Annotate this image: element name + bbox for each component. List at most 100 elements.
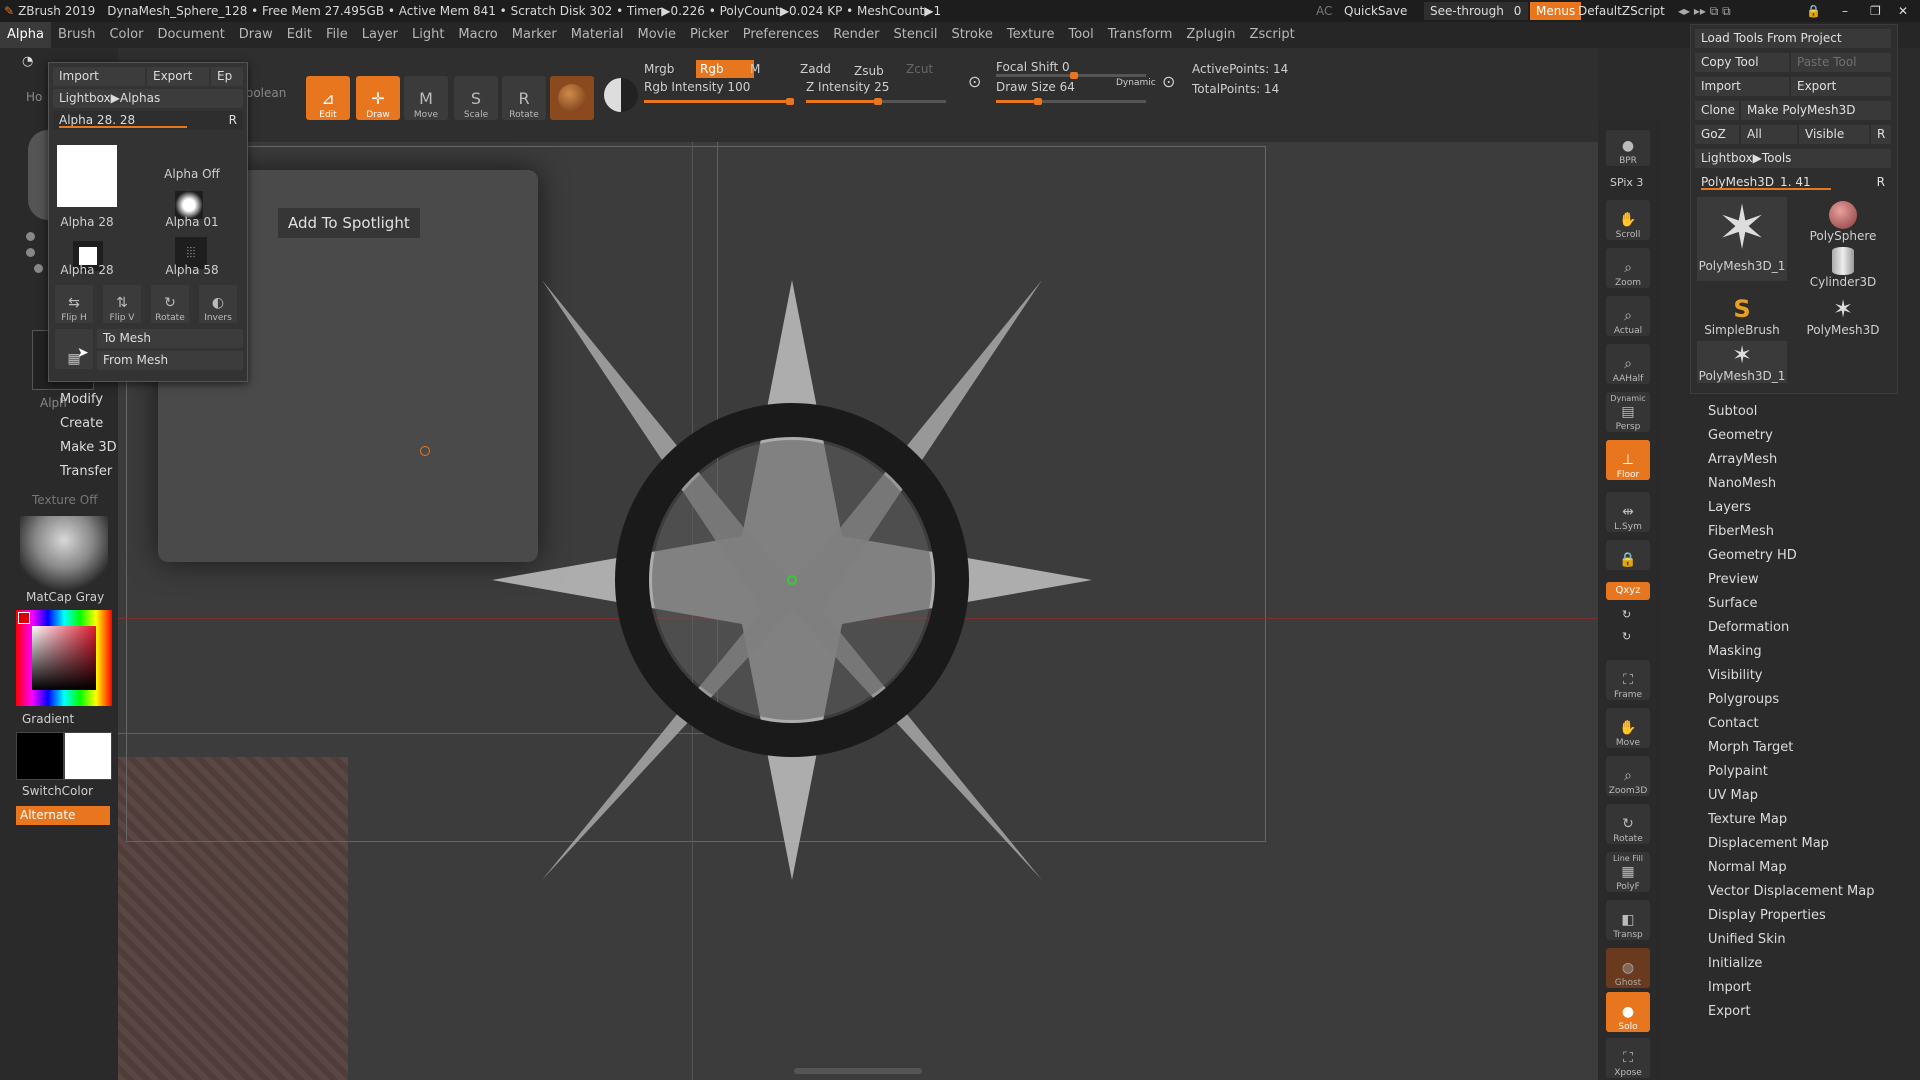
visible-button[interactable]: Visible [1799, 125, 1869, 144]
material-thumbnail[interactable] [20, 516, 108, 596]
subpalette-polypaint[interactable]: Polypaint [1708, 764, 1768, 779]
zsub-toggle[interactable]: Zsub [854, 64, 884, 78]
menu-texture[interactable]: Texture [1000, 22, 1062, 48]
from-mesh-button[interactable]: From Mesh [97, 351, 243, 370]
persp-button[interactable]: Dynamic ▤ Persp [1606, 392, 1650, 432]
menu-draw[interactable]: Draw [232, 22, 280, 48]
floor-button[interactable]: ⊥ Floor [1606, 440, 1650, 480]
create-item[interactable]: Create [60, 416, 103, 431]
menu-marker[interactable]: Marker [505, 22, 564, 48]
subpalette-texture-map[interactable]: Texture Map [1708, 812, 1787, 827]
actual-button[interactable]: ⌕ Actual [1606, 296, 1650, 336]
subpalette-nanomesh[interactable]: NanoMesh [1708, 476, 1776, 491]
default-zscript-button[interactable]: DefaultZScript [1572, 2, 1671, 20]
subpalette-morph-target[interactable]: Morph Target [1708, 740, 1793, 755]
gradient-label[interactable]: Gradient [22, 712, 74, 726]
lock-camera-button[interactable]: 🔒 [1606, 540, 1650, 570]
current-tool-slider[interactable]: PolyMesh3D_1. 41 R [1695, 173, 1891, 192]
menu-brush[interactable]: Brush [51, 22, 103, 48]
rgb-toggle[interactable]: Rgb [696, 60, 754, 78]
export-button[interactable]: Export [147, 67, 209, 86]
spotlight-pivot-icon[interactable] [420, 446, 430, 456]
subpalette-uv-map[interactable]: UV Map [1708, 788, 1758, 803]
subpalette-unified-skin[interactable]: Unified Skin [1708, 932, 1786, 947]
aahalf-button[interactable]: ⌕ AAHalf [1606, 344, 1650, 384]
focal-shift-slider[interactable] [996, 72, 1146, 79]
menu-alpha[interactable]: Alpha [0, 22, 51, 48]
subpalette-geometry-hd[interactable]: Geometry HD [1708, 548, 1797, 563]
load-tools-from-project-button[interactable]: Load Tools From Project [1695, 29, 1891, 48]
menu-edit[interactable]: Edit [280, 22, 319, 48]
paste-tool-button[interactable]: Paste Tool [1791, 53, 1891, 72]
menu-render[interactable]: Render [826, 22, 886, 48]
menu-light[interactable]: Light [405, 22, 451, 48]
brush-thumbnail[interactable] [28, 130, 48, 220]
alpha-slider[interactable]: Alpha 28. 28 R [53, 111, 243, 130]
subpalette-normal-map[interactable]: Normal Map [1708, 860, 1787, 875]
subpalette-fibermesh[interactable]: FiberMesh [1708, 524, 1774, 539]
menu-transform[interactable]: Transform [1101, 22, 1180, 48]
stroke-s-icon[interactable]: ⊙ [968, 72, 981, 91]
tool-thumbnail-polymesh3d-1[interactable]: ✶ PolyMesh3D_1 [1697, 197, 1787, 281]
subpalette-subtool[interactable]: Subtool [1708, 404, 1757, 419]
z-intensity-slider[interactable] [806, 98, 946, 105]
subpalette-import[interactable]: Import [1708, 980, 1751, 995]
xyz-rotate-button[interactable]: Qxyz [1606, 582, 1650, 600]
menu-zscript[interactable]: Zscript [1243, 22, 1302, 48]
subpalette-export[interactable]: Export [1708, 1004, 1751, 1019]
rgb-intensity-slider[interactable] [644, 98, 794, 105]
scale-button[interactable]: S Scale [454, 76, 498, 120]
tool-thumbnail-polysphere[interactable]: PolySphere [1795, 201, 1891, 243]
quicksave-button[interactable]: QuickSave [1338, 2, 1413, 20]
menu-file[interactable]: File [319, 22, 355, 48]
subpalette-masking[interactable]: Masking [1708, 644, 1762, 659]
make-polymesh3d-button[interactable]: Make PolyMesh3D [1741, 101, 1891, 120]
flip-v-button[interactable]: ⇅ Flip V [103, 285, 141, 323]
subpalette-displacement-map[interactable]: Displacement Map [1708, 836, 1829, 851]
import-tool-button[interactable]: Import [1695, 77, 1789, 96]
flip-h-button[interactable]: ⇆ Flip H [55, 285, 93, 323]
mrgb-toggle[interactable]: Mrgb [644, 62, 674, 76]
draw-size-slider[interactable] [996, 98, 1146, 105]
local-symmetry-button[interactable]: ⇹ L.Sym [1606, 492, 1650, 532]
zoom3d-button[interactable]: ⌕ Zoom3D [1606, 756, 1650, 796]
import-button[interactable]: Import [53, 67, 145, 86]
color-picker[interactable] [16, 610, 112, 706]
tool-thumbnail-simplebrush[interactable]: S SimpleBrush [1697, 295, 1787, 337]
subpalette-vector-displacement-map[interactable]: Vector Displacement Map [1708, 884, 1875, 899]
slider-knob[interactable] [874, 98, 882, 105]
subpalette-layers[interactable]: Layers [1708, 500, 1751, 515]
make-3d-item[interactable]: Make 3D [60, 440, 117, 455]
all-button[interactable]: All [1741, 125, 1797, 144]
r-button[interactable]: R [1871, 125, 1891, 144]
invers-button[interactable]: ◐ Invers [199, 285, 237, 323]
menu-document[interactable]: Document [150, 22, 231, 48]
move-view-button[interactable]: ✋ Move [1606, 708, 1650, 748]
menu-tool[interactable]: Tool [1061, 22, 1100, 48]
rotate-alpha-button[interactable]: ↻ Rotate [151, 285, 189, 323]
subpalette-geometry[interactable]: Geometry [1708, 428, 1773, 443]
layout-icons[interactable]: ◂▸ ▸▸ ⧉ ⧉ [1672, 2, 1737, 20]
spotlight-toggle-icon[interactable]: ◔ [22, 54, 33, 69]
move-button[interactable]: M Move [404, 76, 448, 120]
modify-item[interactable]: Modify [60, 392, 103, 407]
subpalette-initialize[interactable]: Initialize [1708, 956, 1762, 971]
alternate-button[interactable]: Alternate [16, 806, 110, 825]
clone-button[interactable]: Clone [1695, 101, 1739, 120]
slider-knob[interactable] [786, 98, 794, 105]
z-rotate-icon[interactable]: ↻ [1622, 630, 1631, 643]
slider-knob[interactable] [1070, 72, 1078, 79]
alpha-off-label[interactable]: Alpha Off [157, 167, 227, 181]
menu-zplugin[interactable]: Zplugin [1179, 22, 1242, 48]
subpalette-surface[interactable]: Surface [1708, 596, 1758, 611]
bpr-button[interactable]: ● BPR [1606, 130, 1650, 166]
r-button[interactable]: R [229, 111, 237, 130]
lightbox-alphas-button[interactable]: Lightbox▶Alphas [53, 89, 243, 108]
star-mesh[interactable] [492, 280, 1092, 920]
export-tool-button[interactable]: Export [1791, 77, 1891, 96]
subpalette-preview[interactable]: Preview [1708, 572, 1759, 587]
solo-button[interactable]: ● Solo [1606, 992, 1650, 1032]
secondary-color-swatch[interactable] [64, 732, 112, 780]
zcut-toggle[interactable]: Zcut [906, 62, 933, 76]
rotate-view-button[interactable]: ↻ Rotate [1606, 804, 1650, 844]
